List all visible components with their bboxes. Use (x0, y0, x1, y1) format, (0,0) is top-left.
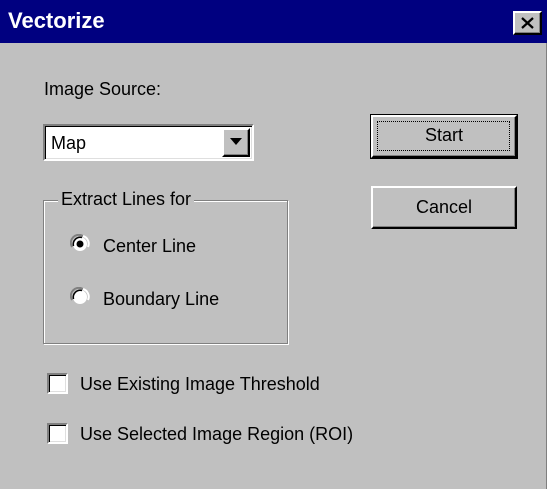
close-icon (521, 17, 534, 29)
use-existing-threshold-label: Use Existing Image Threshold (80, 374, 320, 394)
start-label: Start (424, 125, 463, 145)
boundary-line-radio[interactable] (70, 287, 90, 307)
image-source-label: Image Source: (44, 79, 162, 99)
start-button[interactable]: Start (370, 114, 518, 159)
image-source-value: Map (51, 133, 87, 153)
use-existing-threshold-checkbox[interactable] (47, 373, 68, 394)
cancel-button[interactable]: Cancel (371, 186, 517, 229)
chevron-down-icon (230, 138, 242, 145)
image-source-dropdown[interactable]: Map (43, 124, 254, 161)
cancel-label: Cancel (415, 197, 473, 217)
use-selected-region-label: Use Selected Image Region (ROI) (80, 424, 354, 444)
center-line-radio[interactable] (70, 234, 90, 254)
group-legend: Extract Lines for (58, 188, 195, 210)
vectorize-dialog: Vectorize Image Source: Map Start Cancel… (0, 0, 547, 489)
title-bar[interactable]: Vectorize (0, 0, 547, 43)
boundary-line-label: Boundary Line (103, 289, 220, 309)
dropdown-arrow-button[interactable] (222, 128, 250, 157)
close-button[interactable] (513, 11, 542, 35)
use-selected-region-checkbox[interactable] (47, 423, 68, 444)
window-title: Vectorize (8, 8, 105, 33)
extract-lines-group: Extract Lines for (43, 188, 288, 344)
center-line-label: Center Line (103, 236, 197, 256)
